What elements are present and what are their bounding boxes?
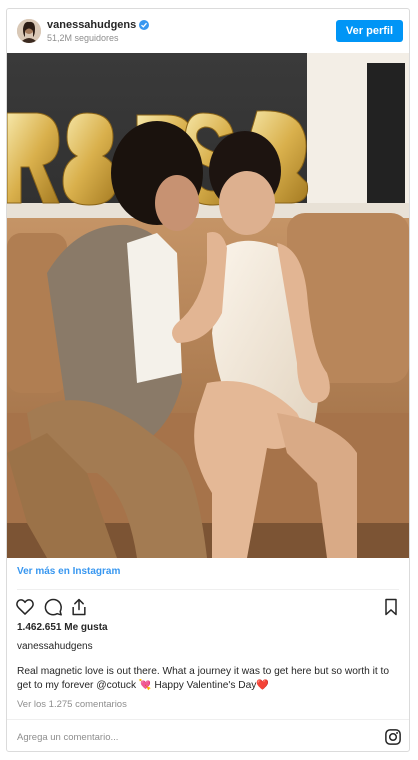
username-text[interactable]: vanessahudgens <box>47 19 136 31</box>
post-header: vanessahudgens 51,2M seguidores Ver perf… <box>7 9 409 53</box>
add-comment-input[interactable] <box>17 729 347 745</box>
caption-text: Real magnetic love is out there. What a … <box>17 666 390 691</box>
comment-icon[interactable] <box>43 597 63 617</box>
view-more-on-instagram-link[interactable]: Ver más en Instagram <box>17 566 120 577</box>
avatar[interactable] <box>17 19 41 43</box>
action-bar <box>7 597 409 617</box>
username[interactable]: vanessahudgens <box>47 19 150 31</box>
couple-photo <box>7 53 409 558</box>
verified-badge-icon <box>139 20 150 30</box>
view-comments-link[interactable]: Ver los 1.275 comentarios <box>17 699 127 710</box>
instagram-embed-card: vanessahudgens 51,2M seguidores Ver perf… <box>6 8 410 752</box>
caption-username[interactable]: vanessahudgens <box>17 641 93 652</box>
instagram-logo-icon[interactable] <box>384 728 402 746</box>
divider <box>17 589 399 590</box>
divider <box>7 719 409 720</box>
follower-count: 51,2M seguidores <box>47 33 119 43</box>
like-count[interactable]: 1.462.651 Me gusta <box>17 622 108 633</box>
heart-icon[interactable] <box>15 597 35 617</box>
bookmark-icon[interactable] <box>381 597 401 617</box>
share-icon[interactable] <box>69 597 89 617</box>
post-photo[interactable] <box>7 53 409 558</box>
view-profile-button[interactable]: Ver perfil <box>335 20 403 42</box>
